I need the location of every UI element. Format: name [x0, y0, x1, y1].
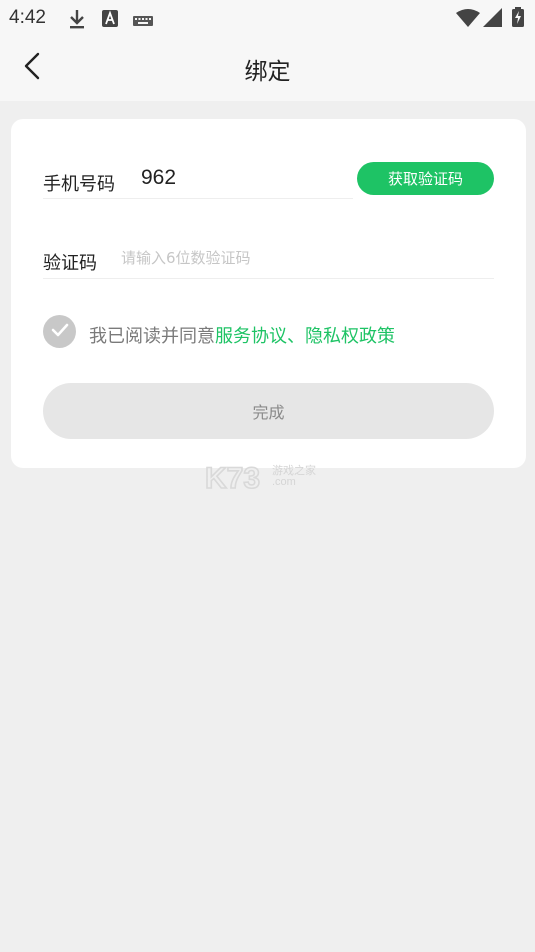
- service-agreement-link[interactable]: 服务协议: [215, 326, 287, 347]
- keyboard-icon: [133, 12, 153, 31]
- watermark-com-text: .com: [272, 476, 296, 488]
- download-icon: [68, 8, 86, 34]
- status-bar: 4:42: [0, 0, 535, 36]
- signal-icon: [483, 8, 502, 31]
- done-button[interactable]: 完成: [43, 383, 494, 439]
- divider: [43, 278, 494, 279]
- code-input[interactable]: [121, 245, 491, 271]
- divider: [43, 198, 353, 199]
- agreement-text: 我已阅读并同意服务协议、隐私权政策: [89, 322, 395, 348]
- agree-checkbox[interactable]: [43, 315, 76, 348]
- phone-input[interactable]: 962: [141, 166, 176, 190]
- phone-label: 手机号码: [43, 174, 115, 195]
- watermark-logo-text: K73: [205, 462, 260, 494]
- page-title: 绑定: [244, 59, 291, 85]
- agreement-separator: 、: [287, 326, 305, 347]
- navigation-header: 绑定: [0, 36, 535, 101]
- get-code-button[interactable]: 获取验证码: [357, 162, 494, 195]
- battery-charging-icon: [512, 7, 524, 31]
- agreement-prefix: 我已阅读并同意: [89, 326, 215, 347]
- text-a-icon: [102, 10, 118, 31]
- privacy-policy-link[interactable]: 隐私权政策: [305, 326, 395, 347]
- check-icon: [51, 322, 69, 341]
- code-label: 验证码: [43, 253, 97, 274]
- wifi-icon: [456, 9, 480, 31]
- status-time: 4:42: [9, 7, 46, 28]
- bind-form-card: 手机号码 962 获取验证码 验证码 我已阅读并同意服务协议、隐私权政策 完成: [11, 119, 526, 468]
